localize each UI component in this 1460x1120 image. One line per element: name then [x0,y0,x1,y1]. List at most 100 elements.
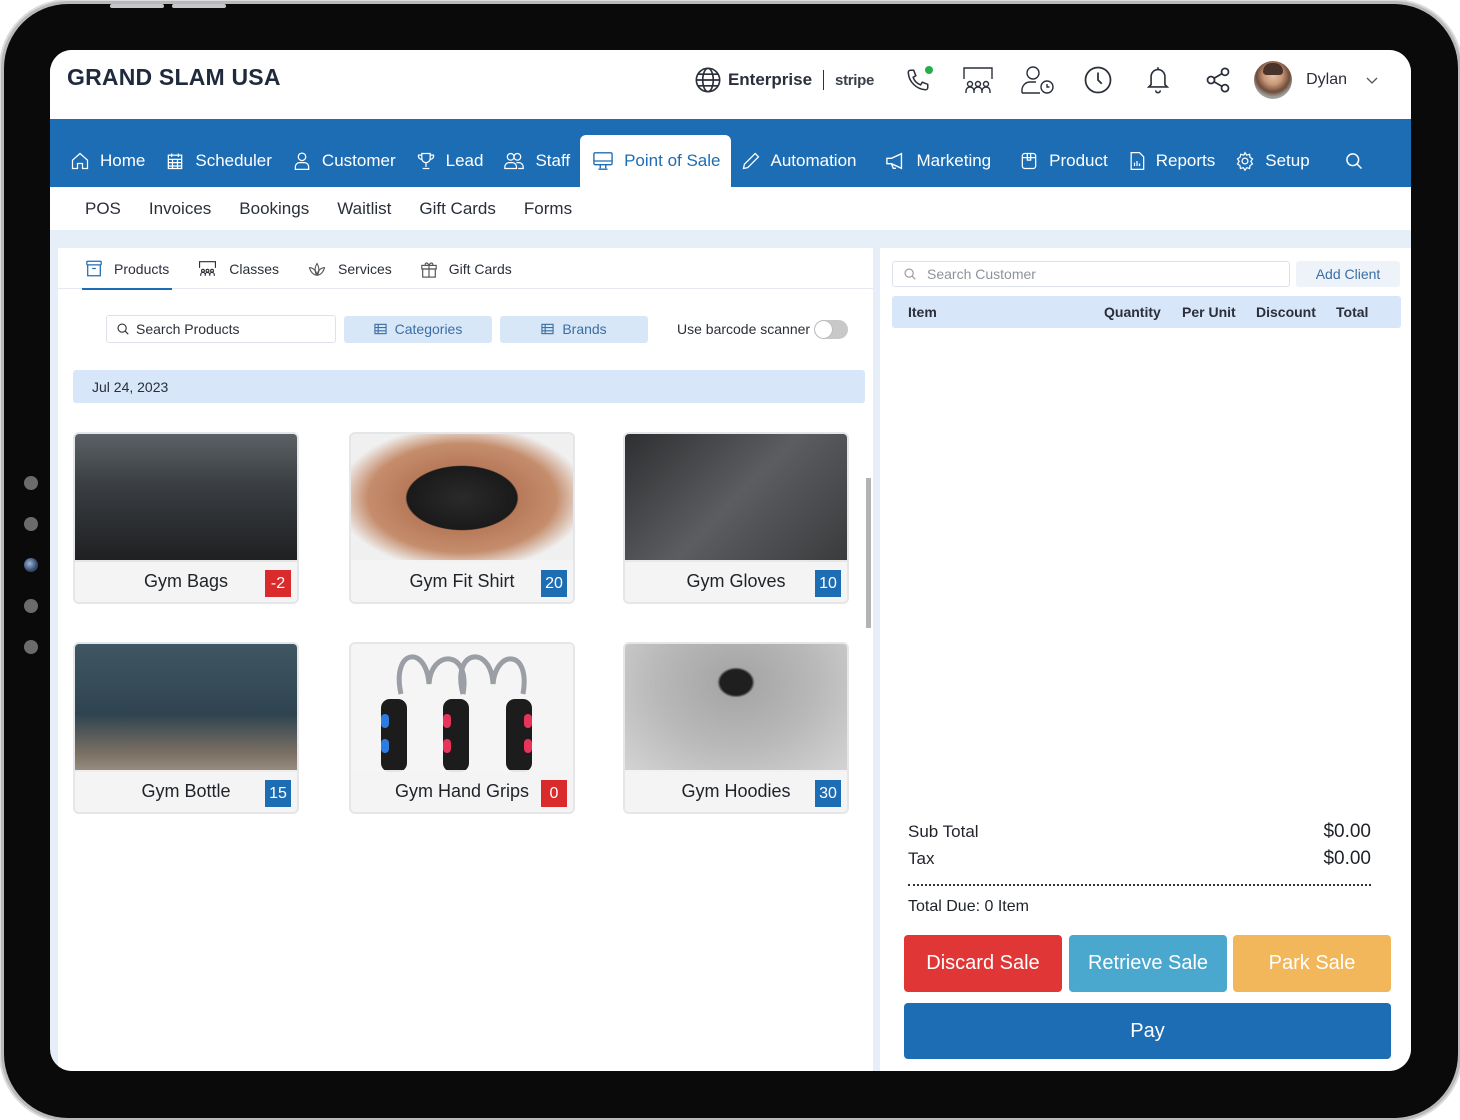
nav-point-of-sale[interactable]: Point of Sale [580,135,731,187]
subnav-forms[interactable]: Forms [524,199,572,219]
tab-label: Products [114,260,170,277]
date-label: Jul 24, 2023 [92,378,169,395]
barcode-label: Use barcode scanner [677,321,811,337]
attendance-button[interactable] [1020,62,1056,98]
nav-lead[interactable]: Lead [406,135,494,187]
date-header: Jul 24, 2023 [73,370,865,403]
stock-badge: -2 [265,570,291,597]
history-button[interactable] [1080,62,1116,98]
tab-products[interactable]: Products [82,248,173,290]
categories-button[interactable]: Categories [344,315,492,343]
brands-label: Brands [562,321,607,337]
search-icon [904,268,916,280]
device-button [110,4,164,8]
nav-customer[interactable]: Customer [282,135,406,187]
product-tabs: Products Classes Services Gift Cards [58,248,873,290]
notifications-button[interactable] [1140,62,1176,98]
column-discount: Discount [1256,304,1316,320]
nav-label: Setup [1265,151,1310,170]
nav-label: Reports [1155,151,1216,170]
nav-label: Home [100,151,146,170]
product-image [625,644,847,772]
subnav-waitlist[interactable]: Waitlist [337,199,391,219]
gear-icon [1236,151,1254,171]
classroom-icon [199,261,217,276]
user-icon [294,152,310,170]
subtotal-label: Sub Total [908,821,979,841]
search-icon [117,323,129,335]
product-name: Gym Gloves [625,560,847,602]
stripe-logo: stripe [835,71,875,89]
divider [823,70,825,90]
park-sale-button[interactable]: Park Sale [1233,935,1391,992]
globe-icon [695,67,721,93]
product-name: Gym Bags [75,560,297,602]
product-card[interactable]: Gym Fit Shirt 20 [349,432,575,604]
catalog-scrollbar[interactable] [866,478,871,628]
device-button [172,4,226,8]
product-card[interactable]: Gym Gloves 10 [623,432,849,604]
nav-setup[interactable]: Setup [1225,135,1319,187]
archive-icon [86,260,102,277]
users-icon [504,152,525,170]
product-image [351,434,573,562]
brands-button[interactable]: Brands [500,315,648,343]
pos-sub-navigation: POS Invoices Bookings Waitlist Gift Card… [50,187,1411,230]
nav-home[interactable]: Home [60,135,155,187]
nav-label: Point of Sale [624,151,721,170]
share-button[interactable] [1200,62,1236,98]
nav-reports[interactable]: Reports [1118,135,1226,187]
product-name: Gym Hand Grips [351,770,573,812]
search-customer-input[interactable]: Search Customer [892,261,1290,287]
tab-gift-cards[interactable]: Gift Cards [417,248,515,289]
enterprise-switcher[interactable]: Enterprise stripe [694,66,874,94]
app-screen: GRAND SLAM USA Enterprise stripe Dylan H… [50,50,1411,1071]
stock-badge: 15 [265,780,291,807]
barcode-scanner-toggle[interactable] [814,319,849,339]
nav-search-button[interactable] [1334,135,1384,187]
monitor-icon [593,152,613,170]
tab-services[interactable]: Services [304,248,395,289]
subnav-gift-cards[interactable]: Gift Cards [419,199,496,219]
table-icon [374,323,387,335]
tab-label: Classes [229,260,280,277]
product-card[interactable]: Gym Hoodies 30 [623,642,849,814]
main-navigation: Home Scheduler Customer Lead Staff Point… [50,119,1411,187]
search-icon [1345,153,1362,170]
subnav-invoices[interactable]: Invoices [149,199,211,219]
nav-staff[interactable]: Staff [493,135,580,187]
product-card[interactable]: Gym Bags -2 [73,432,299,604]
subnav-bookings[interactable]: Bookings [239,199,309,219]
discard-sale-button[interactable]: Discard Sale [904,935,1062,992]
tax-row: Tax $0.00 [908,845,1371,872]
product-card[interactable]: Gym Hand Grips 0 [349,642,575,814]
stock-badge: 20 [541,570,567,597]
user-avatar[interactable] [1254,61,1293,99]
pay-button[interactable]: Pay [904,1003,1391,1059]
user-name[interactable]: Dylan [1306,71,1347,89]
phone-button[interactable] [900,62,936,98]
nav-marketing[interactable]: Marketing [875,135,1002,187]
column-quantity: Quantity [1104,304,1161,320]
nav-automation[interactable]: Automation [731,135,867,187]
tab-classes[interactable]: Classes [194,248,282,289]
nav-product[interactable]: Product [1009,135,1118,187]
product-card[interactable]: Gym Bottle 15 [73,642,299,814]
search-products-input[interactable]: Search Products [106,315,336,343]
column-item: Item [908,304,937,320]
retrieve-sale-button[interactable]: Retrieve Sale [1069,935,1227,992]
classroom-button[interactable] [960,62,996,98]
subnav-pos[interactable]: POS [85,199,121,219]
chevron-down-icon[interactable] [1365,75,1379,85]
nav-scheduler[interactable]: Scheduler [155,135,282,187]
cart-totals: Sub Total $0.00 Tax $0.00 Total Due: 0 I… [908,818,1371,916]
total-due: Total Due: 0 Item [908,898,1029,915]
share-icon [1206,67,1230,93]
subtotal-value: $0.00 [1323,820,1371,842]
tax-value: $0.00 [1323,847,1371,869]
cart-table-header: Item Quantity Per Unit Discount Total [892,296,1401,328]
stock-badge: 30 [815,780,841,807]
add-client-button[interactable]: Add Client [1296,261,1400,287]
home-icon [71,152,89,170]
nav-label: Automation [770,151,857,170]
